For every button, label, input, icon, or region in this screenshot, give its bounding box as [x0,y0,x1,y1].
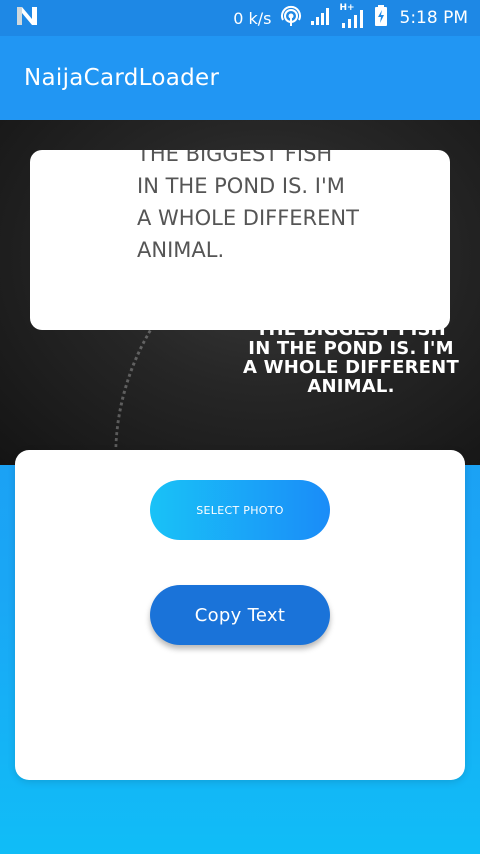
actions-panel: SELECT PHOTO Copy Text [15,450,465,780]
status-bar: 0 k/s H+ 5:18 PM [0,0,480,36]
signal-hplus-icon: H+ [340,3,366,29]
recognized-text-card: THE BIGGEST FISH IN THE POND IS. I'M A W… [30,150,450,330]
hotspot-icon [280,5,302,32]
app-bar: NaijaCardLoader [0,36,480,120]
app-title: NaijaCardLoader [24,65,220,91]
clock: 5:18 PM [399,8,469,28]
status-left [16,6,38,30]
photo-quote-text: THE BIGGEST FISH IN THE POND IS. I'M A W… [243,320,459,397]
signal-icon [310,6,332,31]
n-logo-icon [16,6,38,30]
status-right: 0 k/s H+ 5:18 PM [233,3,469,32]
net-speed: 0 k/s [233,8,272,28]
battery-icon [374,4,388,32]
recognized-text[interactable]: THE BIGGEST FISH IN THE POND IS. I'M A W… [137,150,437,266]
select-photo-button[interactable]: SELECT PHOTO [150,480,330,540]
copy-text-button[interactable]: Copy Text [150,585,330,645]
